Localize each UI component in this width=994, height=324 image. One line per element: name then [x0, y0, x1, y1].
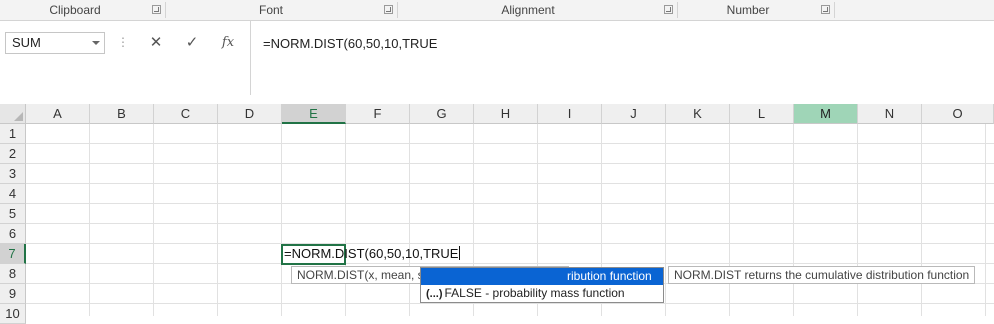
chevron-down-icon[interactable] — [92, 41, 100, 45]
column-header-j[interactable]: J — [602, 104, 666, 124]
font-dialog-launcher-icon[interactable] — [384, 5, 393, 14]
ribbon-group-label: Alignment — [501, 3, 555, 17]
formula-bar: SUM ⋮ ✕ ✓ fx =NORM.DIST(60,50,10,TRUE — [0, 21, 994, 95]
number-dialog-launcher-icon[interactable] — [821, 5, 830, 14]
option-icon: (...) — [426, 288, 443, 300]
column-header-n[interactable]: N — [858, 104, 922, 124]
row-header-3[interactable]: 3 — [0, 164, 26, 184]
option-label: FALSE - probability mass function — [444, 286, 625, 300]
formula-bar-grip-icon[interactable]: ⋮ — [117, 34, 129, 50]
formula-input[interactable]: =NORM.DIST(60,50,10,TRUE — [250, 21, 994, 95]
column-header-o[interactable]: O — [922, 104, 994, 124]
column-header-d[interactable]: D — [218, 104, 282, 124]
ribbon-group-labels: Clipboard Font Alignment Number — [0, 0, 994, 21]
option-false[interactable]: (...) FALSE - probability mass function — [421, 285, 663, 302]
row-header-8[interactable]: 8 — [0, 264, 26, 284]
row-header-1[interactable]: 1 — [0, 124, 26, 144]
text-cursor — [459, 246, 461, 260]
argument-dropdown: ribution function (...) FALSE - probabili… — [420, 267, 664, 303]
row-header-7[interactable]: 7 — [0, 244, 26, 264]
ribbon-group-alignment: Alignment — [398, 0, 676, 20]
column-header-g[interactable]: G — [410, 104, 474, 124]
column-header-c[interactable]: C — [154, 104, 218, 124]
column-header-b[interactable]: B — [90, 104, 154, 124]
option-label: ribution function — [567, 269, 652, 283]
ribbon-group-label: Number — [726, 3, 770, 17]
column-header-f[interactable]: F — [346, 104, 410, 124]
name-box-value: SUM — [12, 35, 41, 50]
function-description-tooltip: NORM.DIST returns the cumulative distrib… — [668, 266, 976, 284]
alignment-dialog-launcher-icon[interactable] — [664, 5, 673, 14]
ribbon-group-clipboard: Clipboard — [0, 0, 165, 20]
name-box[interactable]: SUM — [5, 32, 105, 54]
column-header-m[interactable]: M — [794, 104, 858, 124]
row-header-10[interactable]: 10 — [0, 304, 26, 324]
ribbon-divider — [834, 2, 835, 18]
insert-function-button[interactable]: fx — [217, 33, 239, 53]
ribbon-group-font: Font — [166, 0, 396, 20]
select-all-button[interactable] — [0, 104, 26, 124]
check-icon[interactable]: ✓ — [181, 33, 203, 53]
column-header-i[interactable]: I — [538, 104, 602, 124]
column-header-k[interactable]: K — [666, 104, 730, 124]
column-header-a[interactable]: A — [26, 104, 90, 124]
active-cell-text: =NORM.DIST(60,50,10,TRUE — [284, 246, 461, 261]
row-header-6[interactable]: 6 — [0, 224, 26, 244]
active-cell-formula: =NORM.DIST(60,50,10,TRUE — [284, 246, 459, 261]
column-header-e[interactable]: E — [282, 104, 346, 124]
column-header-h[interactable]: H — [474, 104, 538, 124]
ribbon-group-label: Font — [258, 3, 283, 17]
ribbon-group-number: Number — [678, 0, 834, 20]
ribbon-group-label: Clipboard — [49, 3, 101, 17]
row-header-5[interactable]: 5 — [0, 204, 26, 224]
clipboard-dialog-launcher-icon[interactable] — [152, 5, 161, 14]
row-header-2[interactable]: 2 — [0, 144, 26, 164]
row-header-4[interactable]: 4 — [0, 184, 26, 204]
option-true[interactable]: ribution function — [421, 268, 663, 285]
row-header-9[interactable]: 9 — [0, 284, 26, 304]
close-icon[interactable]: ✕ — [145, 33, 167, 53]
column-header-l[interactable]: L — [730, 104, 794, 124]
